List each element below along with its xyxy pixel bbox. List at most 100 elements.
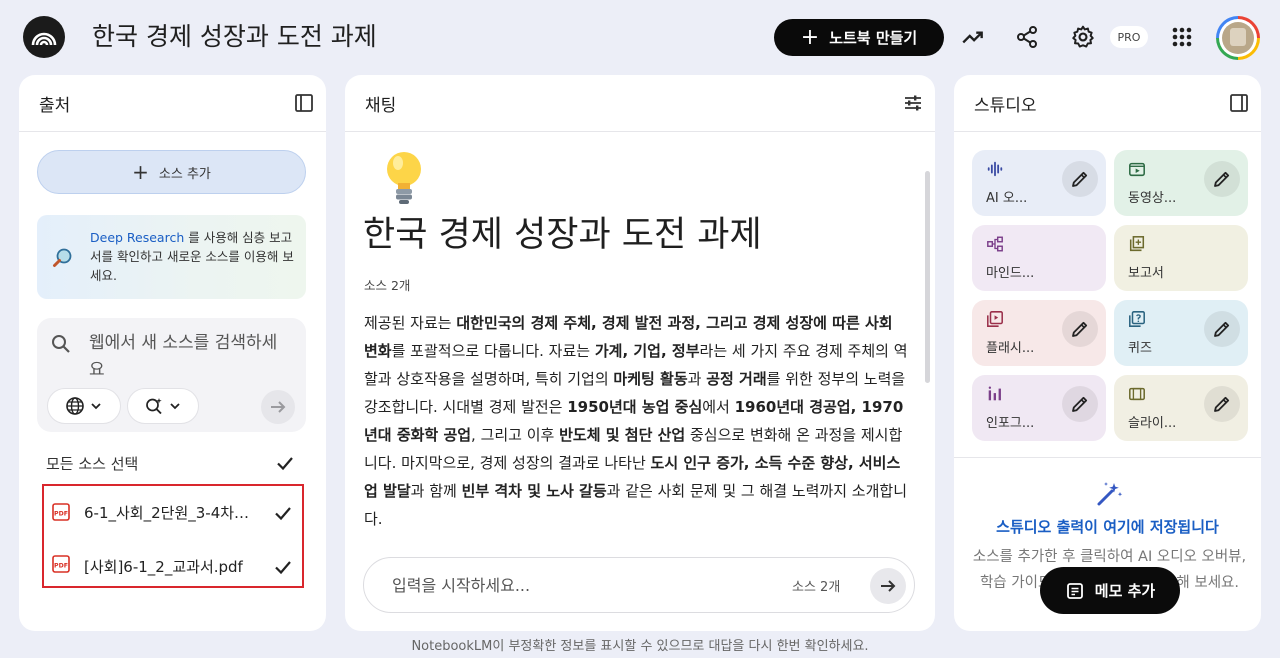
summary-text: , 그리고 이후: [471, 426, 560, 444]
studio-tile-video[interactable]: 동영상...: [1114, 150, 1248, 216]
source-item[interactable]: PDF 6-1_사회_2단원_3-4차시.pdf: [44, 488, 302, 538]
checkmark-icon: [277, 457, 293, 471]
magic-wand-icon: [1097, 482, 1123, 506]
arrow-right-icon: [881, 580, 896, 592]
chevron-down-icon: [91, 403, 101, 410]
collapse-panel-icon[interactable]: [1227, 91, 1251, 115]
studio-tile-label: 보고서: [1128, 266, 1164, 281]
deep-research-promo[interactable]: Deep Research 를 사용해 심층 보고서를 확인하고 새로운 소스를…: [37, 215, 306, 299]
sources-panel-header: 출처: [19, 75, 326, 132]
search-submit-button[interactable]: [261, 390, 295, 424]
studio-tile-mindmap[interactable]: 마인드...: [972, 225, 1106, 291]
source-item[interactable]: PDF [사회]6-1_2_교과서.pdf: [44, 542, 302, 592]
user-avatar[interactable]: [1216, 16, 1260, 60]
slides-icon: [1128, 385, 1146, 403]
chat-source-count: 소스 2개: [792, 580, 841, 595]
studio-tile-label: 인포그...: [986, 416, 1035, 431]
web-source-type-dropdown[interactable]: [47, 388, 121, 424]
deep-research-link[interactable]: Deep Research: [90, 230, 184, 245]
add-source-button[interactable]: + 소스 추가: [37, 150, 306, 194]
report-icon: [1128, 235, 1146, 253]
studio-tile-infographic[interactable]: 인포그...: [972, 375, 1106, 441]
summary-text: 제공된 자료는: [364, 314, 457, 332]
chat-settings-tune-icon[interactable]: [901, 91, 925, 115]
studio-tile-label: 플래시...: [986, 341, 1035, 356]
summary-highlight: 마케팅 활동: [613, 370, 688, 388]
chat-panel: 채팅 한국 경제 성장과 도전 과제 소스 2개 제공된 자료는 대한민국의 경…: [345, 75, 935, 631]
source-count: 소스 2개: [364, 278, 411, 293]
select-all-sources-label: 모든 소스 선택: [46, 455, 139, 473]
summary-text: 를 포괄적으로 다룹니다. 자료는: [391, 342, 595, 360]
studio-tile-quiz[interactable]: 퀴즈: [1114, 300, 1248, 366]
studio-tile-label: 퀴즈: [1128, 341, 1152, 356]
research-mode-dropdown[interactable]: [127, 388, 199, 424]
notebooklm-logo-icon[interactable]: [23, 16, 65, 58]
summary-text: 과 함께: [410, 482, 462, 500]
summary-highlight: 빈부 격차 및 노사 갈등: [461, 482, 607, 500]
settings-gear-icon[interactable]: [1068, 22, 1098, 52]
pro-badge: PRO: [1110, 26, 1148, 48]
notebook-heading: 한국 경제 성장과 도전 과제: [363, 215, 762, 255]
edit-pencil-icon[interactable]: [1204, 161, 1240, 197]
web-source-search-box: [37, 318, 306, 432]
svg-text:PDF: PDF: [54, 562, 68, 569]
edit-pencil-icon[interactable]: [1062, 386, 1098, 422]
lightbulb-emoji-icon: [387, 152, 421, 204]
collapse-panel-icon[interactable]: [292, 91, 316, 115]
analytics-trend-icon[interactable]: [958, 22, 988, 52]
source-name: 6-1_사회_2단원_3-4차시.pdf: [84, 504, 256, 522]
share-icon[interactable]: [1012, 22, 1042, 52]
source-checkbox[interactable]: [273, 503, 293, 523]
edit-pencil-icon[interactable]: [1204, 311, 1240, 347]
web-source-search-input[interactable]: [89, 330, 289, 384]
notebook-title[interactable]: 한국 경제 성장과 도전 과제: [92, 20, 377, 54]
avatar-image: [1219, 19, 1257, 57]
edit-pencil-icon[interactable]: [1204, 386, 1240, 422]
globe-icon: [66, 397, 84, 415]
create-notebook-label: 노트북 만들기: [829, 29, 918, 47]
studio-tile-label: 슬라이...: [1128, 416, 1177, 431]
studio-tile-report[interactable]: 보고서: [1114, 225, 1248, 291]
studio-panel-title: 스튜디오: [974, 96, 1037, 116]
deep-research-magnifier-icon: [53, 248, 72, 267]
create-notebook-button[interactable]: + 노트북 만들기: [774, 19, 944, 56]
studio-tile-audio-wave[interactable]: AI 오...: [972, 150, 1106, 216]
summary-highlight: 1950년대 농업 중심: [567, 398, 703, 416]
add-memo-label: 메모 추가: [1094, 582, 1156, 600]
send-button[interactable]: [870, 568, 906, 604]
app-header: 한국 경제 성장과 도전 과제 + 노트북 만들기 PRO: [0, 0, 1280, 74]
chevron-down-icon: [170, 403, 180, 410]
source-name: [사회]6-1_2_교과서.pdf: [84, 558, 243, 576]
chat-panel-header: 채팅: [345, 75, 935, 132]
studio-panel-header: 스튜디오: [954, 75, 1261, 132]
arrow-right-icon: [271, 401, 286, 413]
notebook-summary: 제공된 자료는 대한민국의 경제 주체, 경제 발전 과정, 그리고 경제 성장…: [364, 309, 909, 533]
select-all-checkbox[interactable]: [275, 453, 295, 473]
mindmap-icon: [986, 235, 1004, 253]
apps-grid-icon[interactable]: [1167, 22, 1197, 52]
edit-pencil-icon[interactable]: [1062, 161, 1098, 197]
video-icon: [1128, 160, 1146, 178]
chat-input[interactable]: [392, 574, 752, 596]
studio-tile-label: 마인드...: [986, 266, 1035, 281]
plus-icon: +: [132, 160, 149, 184]
studio-tile-flashcard[interactable]: 플래시...: [972, 300, 1106, 366]
infographic-icon: [986, 385, 1004, 403]
pdf-file-icon: PDF: [52, 503, 70, 521]
deep-research-text: Deep Research 를 사용해 심층 보고서를 확인하고 새로운 소스를…: [90, 228, 300, 285]
studio-tile-slides[interactable]: 슬라이...: [1114, 375, 1248, 441]
disclaimer-footer: NotebookLM이 부정확한 정보를 표시할 수 있으므로 대답을 다시 한…: [411, 639, 869, 654]
pdf-file-icon: PDF: [52, 555, 70, 573]
studio-tile-label: AI 오...: [986, 191, 1028, 206]
summary-highlight: 반도체 및 첨단 산업: [559, 426, 686, 444]
source-checkbox[interactable]: [273, 557, 293, 577]
sources-panel-title: 출처: [39, 96, 71, 116]
chat-scrollbar[interactable]: [925, 171, 930, 383]
audio-wave-icon: [986, 160, 1004, 178]
plus-icon: +: [800, 24, 820, 50]
add-memo-button[interactable]: 메모 추가: [1040, 567, 1180, 614]
edit-pencil-icon[interactable]: [1062, 311, 1098, 347]
add-source-label: 소스 추가: [158, 166, 211, 182]
chat-panel-title: 채팅: [365, 96, 397, 116]
note-icon: [1066, 582, 1083, 599]
